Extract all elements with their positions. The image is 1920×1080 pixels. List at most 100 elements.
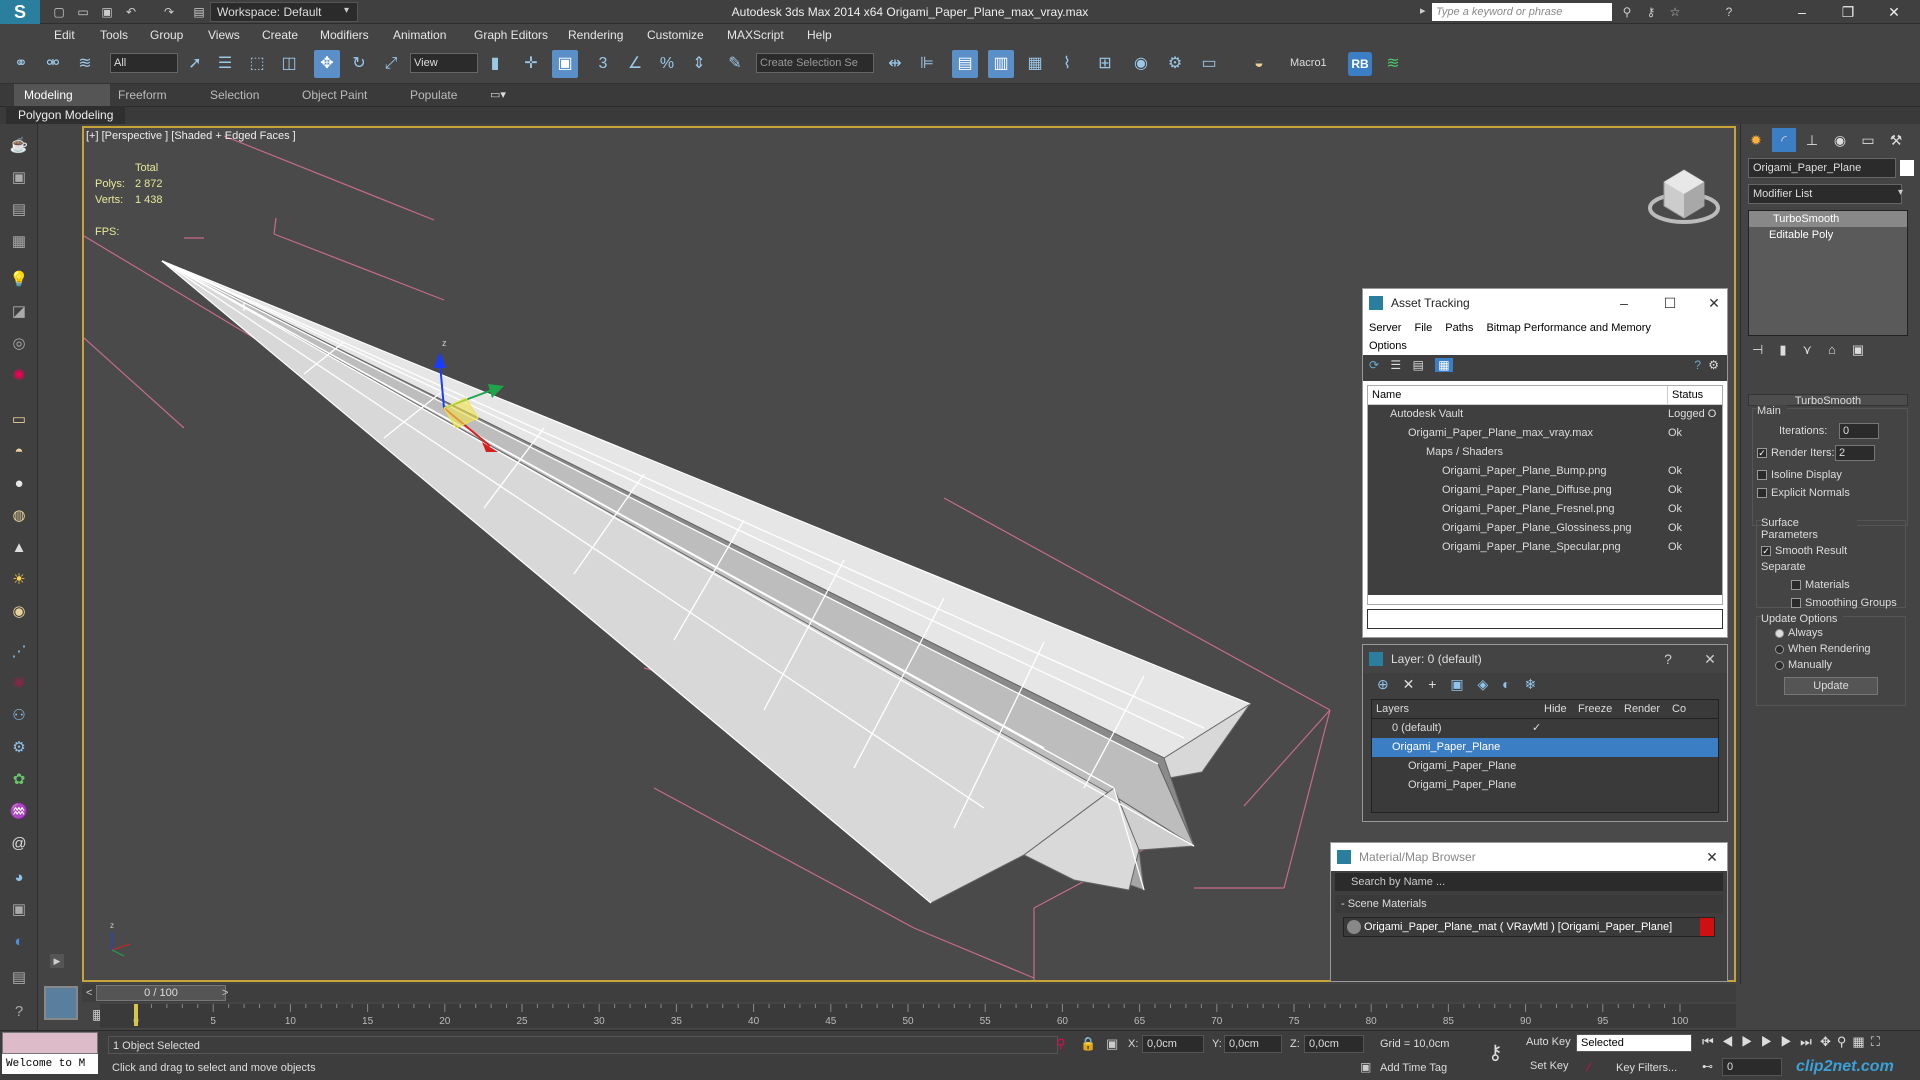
tab-freeform[interactable]: Freeform [108,84,177,106]
info-icon[interactable]: ? [7,1000,31,1024]
save-icon[interactable]: ▤ [7,966,31,990]
col-color[interactable]: Co [1672,700,1686,718]
isolate-selection-icon[interactable]: ⚲ [1056,1036,1066,1052]
plant-icon[interactable]: ✿ [7,768,31,792]
material-browser-close-button[interactable]: ✕ [1697,843,1727,871]
material-item[interactable]: Origami_Paper_Plane_mat ( VRayMtl ) [Ori… [1343,917,1715,937]
layer-row[interactable]: 0 (default) ✓ [1372,719,1718,738]
toggle-scene-explorer-icon[interactable]: ▤ [952,50,978,78]
modify-tab-icon[interactable]: ◜ [1772,128,1796,152]
material-editor-icon[interactable]: ◉ [1128,50,1154,78]
snaps-toggle-icon[interactable]: 3 [590,50,616,78]
close-button[interactable]: ✕ [1872,0,1916,24]
sphere-icon[interactable]: ● [7,472,31,496]
auto-key-button[interactable]: Auto Key [1526,1036,1571,1048]
refresh-icon[interactable]: ⟳ [1369,358,1379,372]
materials-checkbox[interactable] [1791,580,1801,591]
angle-snap-icon[interactable]: ∠ [622,50,648,78]
bind-space-warp-icon[interactable]: ≋ [72,50,98,78]
z-coordinate-field[interactable]: 0,0cm [1304,1035,1364,1053]
teapot-icon[interactable]: ☕ [7,134,31,158]
lock-icon[interactable]: 🔒 [1080,1036,1096,1052]
target-icon[interactable]: ◎ [7,332,31,356]
motion-tab-icon[interactable]: ◉ [1828,128,1852,152]
select-and-move-icon[interactable]: ✥ [314,50,340,78]
curve-editor-icon[interactable]: ⌇ [1054,50,1080,78]
save-file-icon[interactable]: ▣ [98,3,116,21]
menu-create[interactable]: Create [262,24,298,46]
time-slider-track[interactable]: < 0 / 100 > [82,984,1736,1002]
next-frame-icon[interactable]: > [222,984,228,1002]
absolute-mode-icon[interactable]: ▣ [1106,1036,1118,1052]
object-color-swatch[interactable] [1900,160,1914,176]
help-icon[interactable]: ? [1720,3,1738,21]
menu-customize[interactable]: Customize [647,24,704,46]
minimize-button[interactable]: – [1780,0,1824,24]
smoothing-groups-checkbox[interactable] [1791,598,1801,609]
create-tab-icon[interactable]: ✹ [1744,128,1768,152]
star-icon[interactable]: ☆ [1666,3,1684,21]
menu-rendering[interactable]: Rendering [568,24,623,46]
render-iters-spinner[interactable]: 2 [1835,445,1875,461]
new-file-icon[interactable]: ▢ [50,3,68,21]
stack-controls[interactable]: ⊣▮⋎⌂▣ [1752,342,1912,362]
mirror-icon[interactable]: ⇹ [882,50,908,78]
x-coordinate-field[interactable]: 0,0cm [1142,1035,1204,1053]
iterations-spinner[interactable]: 0 [1839,423,1879,439]
col-freeze[interactable]: Freeze [1578,700,1624,718]
cone-icon[interactable]: ▲ [7,536,31,560]
highlight-layer-icon[interactable]: ◈ [1477,676,1488,692]
render-setup-icon[interactable]: ⚙ [1162,50,1188,78]
grid-icon[interactable]: ▦ [7,230,31,254]
layer-row[interactable]: Origami_Paper_Plane [1372,776,1718,795]
torus-icon[interactable]: ◍ [7,504,31,528]
project-folder-icon[interactable]: ▤ [190,3,208,21]
time-slider-thumb[interactable]: 0 / 100 [96,985,226,1001]
layer-row-selected[interactable]: Origami_Paper_Plane [1372,738,1718,757]
reference-coordinate-dropdown[interactable]: View [410,53,478,73]
percent-snap-icon[interactable]: % [654,50,680,78]
menu-paths[interactable]: Paths [1445,322,1473,334]
select-and-scale-icon[interactable]: ⤢ [378,50,404,78]
stack-item-editable-poly[interactable]: Editable Poly [1749,227,1907,243]
col-name[interactable]: Name [1368,386,1668,404]
layers-plugin-icon[interactable]: ≋ [1380,50,1406,78]
dialog-close-button[interactable]: ✕ [1699,289,1729,317]
settings-icon[interactable]: ⚙ [1708,358,1719,372]
col-layers[interactable]: Layers [1372,700,1544,718]
menu-file[interactable]: File [1414,322,1432,334]
tree-icon[interactable]: ▤ [1413,358,1424,372]
list-icon[interactable]: ☰ [1390,358,1401,372]
delete-layer-icon[interactable]: ✕ [1403,676,1415,692]
asset-tracking-titlebar[interactable]: Asset Tracking – ☐ ✕ [1363,289,1727,317]
menu-maxscript[interactable]: MAXScript [727,24,784,46]
unlink-icon[interactable]: ⚮ [40,50,66,78]
prev-frame-icon[interactable]: < [86,984,92,1002]
asset-row[interactable]: Origami_Paper_Plane_max_vray.max Ok [1368,424,1722,443]
render-iters-checkbox[interactable]: ✓ [1757,448,1767,459]
pivot-center-icon[interactable]: ▮ [482,50,508,78]
tab-modeling[interactable]: Modeling [14,84,110,106]
layer-dialog-titlebar[interactable]: Layer: 0 (default) ? ✕ [1363,645,1727,673]
menu-group[interactable]: Group [150,24,183,46]
link-icon[interactable]: ⚭ [8,50,34,78]
keyboard-shortcut-override-icon[interactable]: ▣ [552,50,578,78]
rb-plugin-icon[interactable]: RB [1348,52,1372,76]
col-hide[interactable]: Hide [1544,700,1578,718]
hair-icon[interactable]: ⋰ [7,640,31,664]
hierarchy-tab-icon[interactable]: ⊥ [1800,128,1824,152]
search-input[interactable]: Type a keyword or phrase [1432,3,1612,21]
globe-icon[interactable]: ◕ [7,866,31,890]
select-objects-icon[interactable]: ▣ [1450,676,1463,692]
asset-row[interactable]: Autodesk Vault Logged O [1368,405,1722,424]
toggle-layer-explorer-icon[interactable]: ▥ [988,50,1014,78]
hide-all-icon[interactable]: ◐ [1502,676,1510,692]
hair-fur-icon[interactable]: ♒ [7,800,31,824]
menu-server[interactable]: Server [1369,322,1401,334]
selection-filter-dropdown[interactable]: All [110,53,178,73]
render-production-icon[interactable]: ◒ [1246,50,1272,78]
rectangle-icon[interactable]: ▭ [7,408,31,432]
ribbon-options-icon[interactable]: ▭▾ [490,88,506,101]
tab-populate[interactable]: Populate [400,84,467,106]
key-filters-button[interactable]: Key Filters... [1616,1062,1677,1074]
